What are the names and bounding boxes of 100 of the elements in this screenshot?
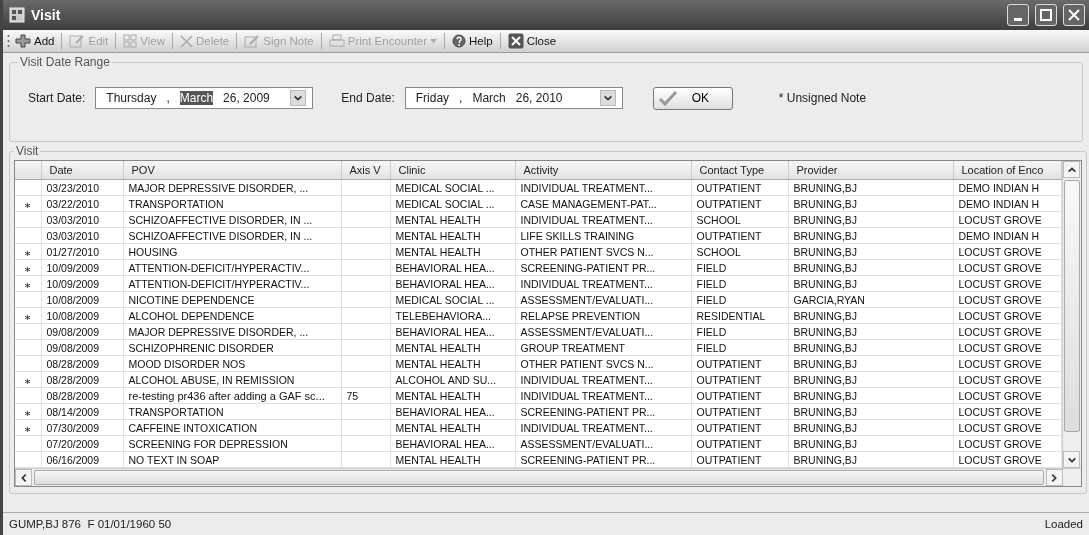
toolbar-button[interactable]: Help [449, 34, 496, 48]
dropdown-button[interactable] [290, 90, 307, 106]
table-cell: INDIVIDUAL TREATMENT... [515, 211, 691, 228]
table-cell: BRUNING,BJ [788, 211, 953, 228]
table-cell: LIFE SKILLS TRAINING [515, 227, 691, 244]
scroll-left-button[interactable] [15, 469, 32, 486]
table-cell: INDIVIDUAL TREATMENT... [515, 371, 691, 388]
toolbar-button[interactable]: Close [504, 33, 560, 49]
pencil-icon [244, 34, 261, 48]
table-cell: MENTAL HEALTH [390, 339, 515, 356]
date-segment[interactable]: Thursday [106, 91, 157, 105]
table-cell: INDIVIDUAL TREATMENT... [515, 387, 691, 404]
table-cell: BRUNING,BJ [788, 355, 953, 372]
plus-icon [15, 34, 31, 48]
date-picker[interactable]: Thursday , March 26, 2009 [95, 87, 314, 109]
table-cell: BRUNING,BJ [788, 339, 953, 356]
column-header[interactable]: Clinic [390, 161, 515, 180]
table-cell: LOCUST GROVE [953, 371, 1061, 388]
row-header [15, 161, 41, 180]
table-cell: TELEBEHAVIORA... [390, 307, 515, 324]
table-cell: BEHAVIORAL HEA... [390, 323, 515, 340]
dropdown-button[interactable] [599, 90, 616, 106]
table-cell: OUTPATIENT [691, 179, 788, 196]
table-cell: 08/28/2009 [41, 355, 123, 372]
date-segment[interactable]: March [179, 91, 214, 105]
asterisk-icon [25, 314, 30, 320]
table-cell: OTHER PATIENT SVCS N... [515, 243, 691, 260]
table-cell: BRUNING,BJ [788, 387, 953, 404]
scroll-up-button[interactable] [1063, 161, 1080, 178]
table-cell: SCREENING-PATIENT PR... [515, 259, 691, 276]
table-cell: CAFFEINE INTOXICATION [123, 419, 341, 436]
close-icon [507, 33, 524, 49]
column-header[interactable]: Provider [788, 161, 953, 180]
table-cell: OUTPATIENT [691, 227, 788, 244]
scroll-right-button[interactable] [1045, 469, 1063, 486]
chevron-down-icon [602, 93, 613, 103]
date-segment[interactable]: Friday [415, 91, 450, 105]
table-cell [341, 403, 390, 420]
table-cell: BRUNING,BJ [788, 243, 953, 260]
table-cell: 75 [341, 387, 390, 404]
date-segment[interactable]: , [166, 91, 170, 105]
maximize-button[interactable] [1035, 4, 1057, 26]
table-cell: GARCIA,RYAN [788, 291, 953, 308]
grid-icon [123, 34, 138, 48]
date-picker[interactable]: Friday , March 26, 2010 [404, 87, 623, 109]
table-cell: BRUNING,BJ [788, 451, 953, 468]
table-cell: FIELD [691, 323, 788, 340]
column-header[interactable]: Location of Enco [953, 161, 1061, 180]
close-button[interactable] [1063, 4, 1085, 26]
table-cell: GROUP TREATMENT [515, 339, 691, 356]
column-header[interactable]: Contact Type [691, 161, 788, 180]
minimize-button[interactable] [1007, 4, 1029, 26]
column-header[interactable]: Date [41, 161, 123, 180]
table-cell: 10/08/2009 [41, 307, 123, 324]
table-cell: LOCUST GROVE [953, 419, 1061, 436]
table-cell: SCHIZOAFFECTIVE DISORDER, IN ... [123, 227, 341, 244]
date-segment[interactable]: March [472, 91, 506, 105]
column-header[interactable]: POV [123, 161, 341, 180]
legend-note: * Unsigned Note [778, 91, 867, 105]
table-cell: MOOD DISORDER NOS [123, 355, 341, 372]
table-cell: FIELD [691, 339, 788, 356]
table-cell: SCREENING-PATIENT PR... [515, 451, 691, 468]
column-header[interactable]: Activity [515, 161, 691, 180]
table-cell: ASSESSMENT/EVALUATI... [515, 323, 691, 340]
column-header[interactable]: Axis V [341, 161, 390, 180]
date-label: Start Date: [28, 91, 86, 105]
table-cell: SCREENING-PATIENT PR... [515, 403, 691, 420]
table-cell [341, 435, 390, 452]
date-segment[interactable]: , [459, 91, 463, 105]
table-cell: LOCUST GROVE [953, 259, 1061, 276]
window-icon [9, 7, 25, 23]
table-cell: BRUNING,BJ [788, 275, 953, 292]
table-cell: 09/08/2009 [41, 323, 123, 340]
table-cell: ALCOHOL AND SU... [390, 371, 515, 388]
horizontal-scrollbar[interactable] [15, 468, 1081, 486]
table-cell: LOCUST GROVE [953, 355, 1061, 372]
table-cell [341, 195, 390, 212]
table-cell: MENTAL HEALTH [390, 227, 515, 244]
date-segment[interactable]: 26, 2009 [223, 91, 270, 105]
scroll-down-button[interactable] [1063, 451, 1080, 468]
table-cell: 06/16/2009 [41, 451, 123, 468]
group-title: Visit Date Range [19, 55, 111, 69]
toolbar-button[interactable]: Add [12, 34, 58, 48]
table-cell: 08/14/2009 [41, 403, 123, 420]
table-cell: SCHIZOPHRENIC DISORDER [123, 339, 341, 356]
table-cell: MENTAL HEALTH [390, 451, 515, 468]
date-segment[interactable]: 26, 2010 [515, 91, 563, 105]
table-cell: 01/27/2010 [41, 243, 123, 260]
table-cell: 10/09/2009 [41, 275, 123, 292]
table-cell: OUTPATIENT [691, 355, 788, 372]
table-cell: LOCUST GROVE [953, 291, 1061, 308]
table-cell: re-testing pr436 after adding a GAF sc... [123, 387, 341, 404]
table-cell [341, 259, 390, 276]
table-cell: RESIDENTIAL [691, 307, 788, 324]
table-cell [341, 227, 390, 244]
table-cell: BRUNING,BJ [788, 435, 953, 452]
table-cell: LOCUST GROVE [953, 275, 1061, 292]
table-cell: ALCOHOL ABUSE, IN REMISSION [123, 371, 341, 388]
ok-button[interactable]: OK [652, 86, 733, 110]
table-cell: 03/03/2010 [41, 211, 123, 228]
